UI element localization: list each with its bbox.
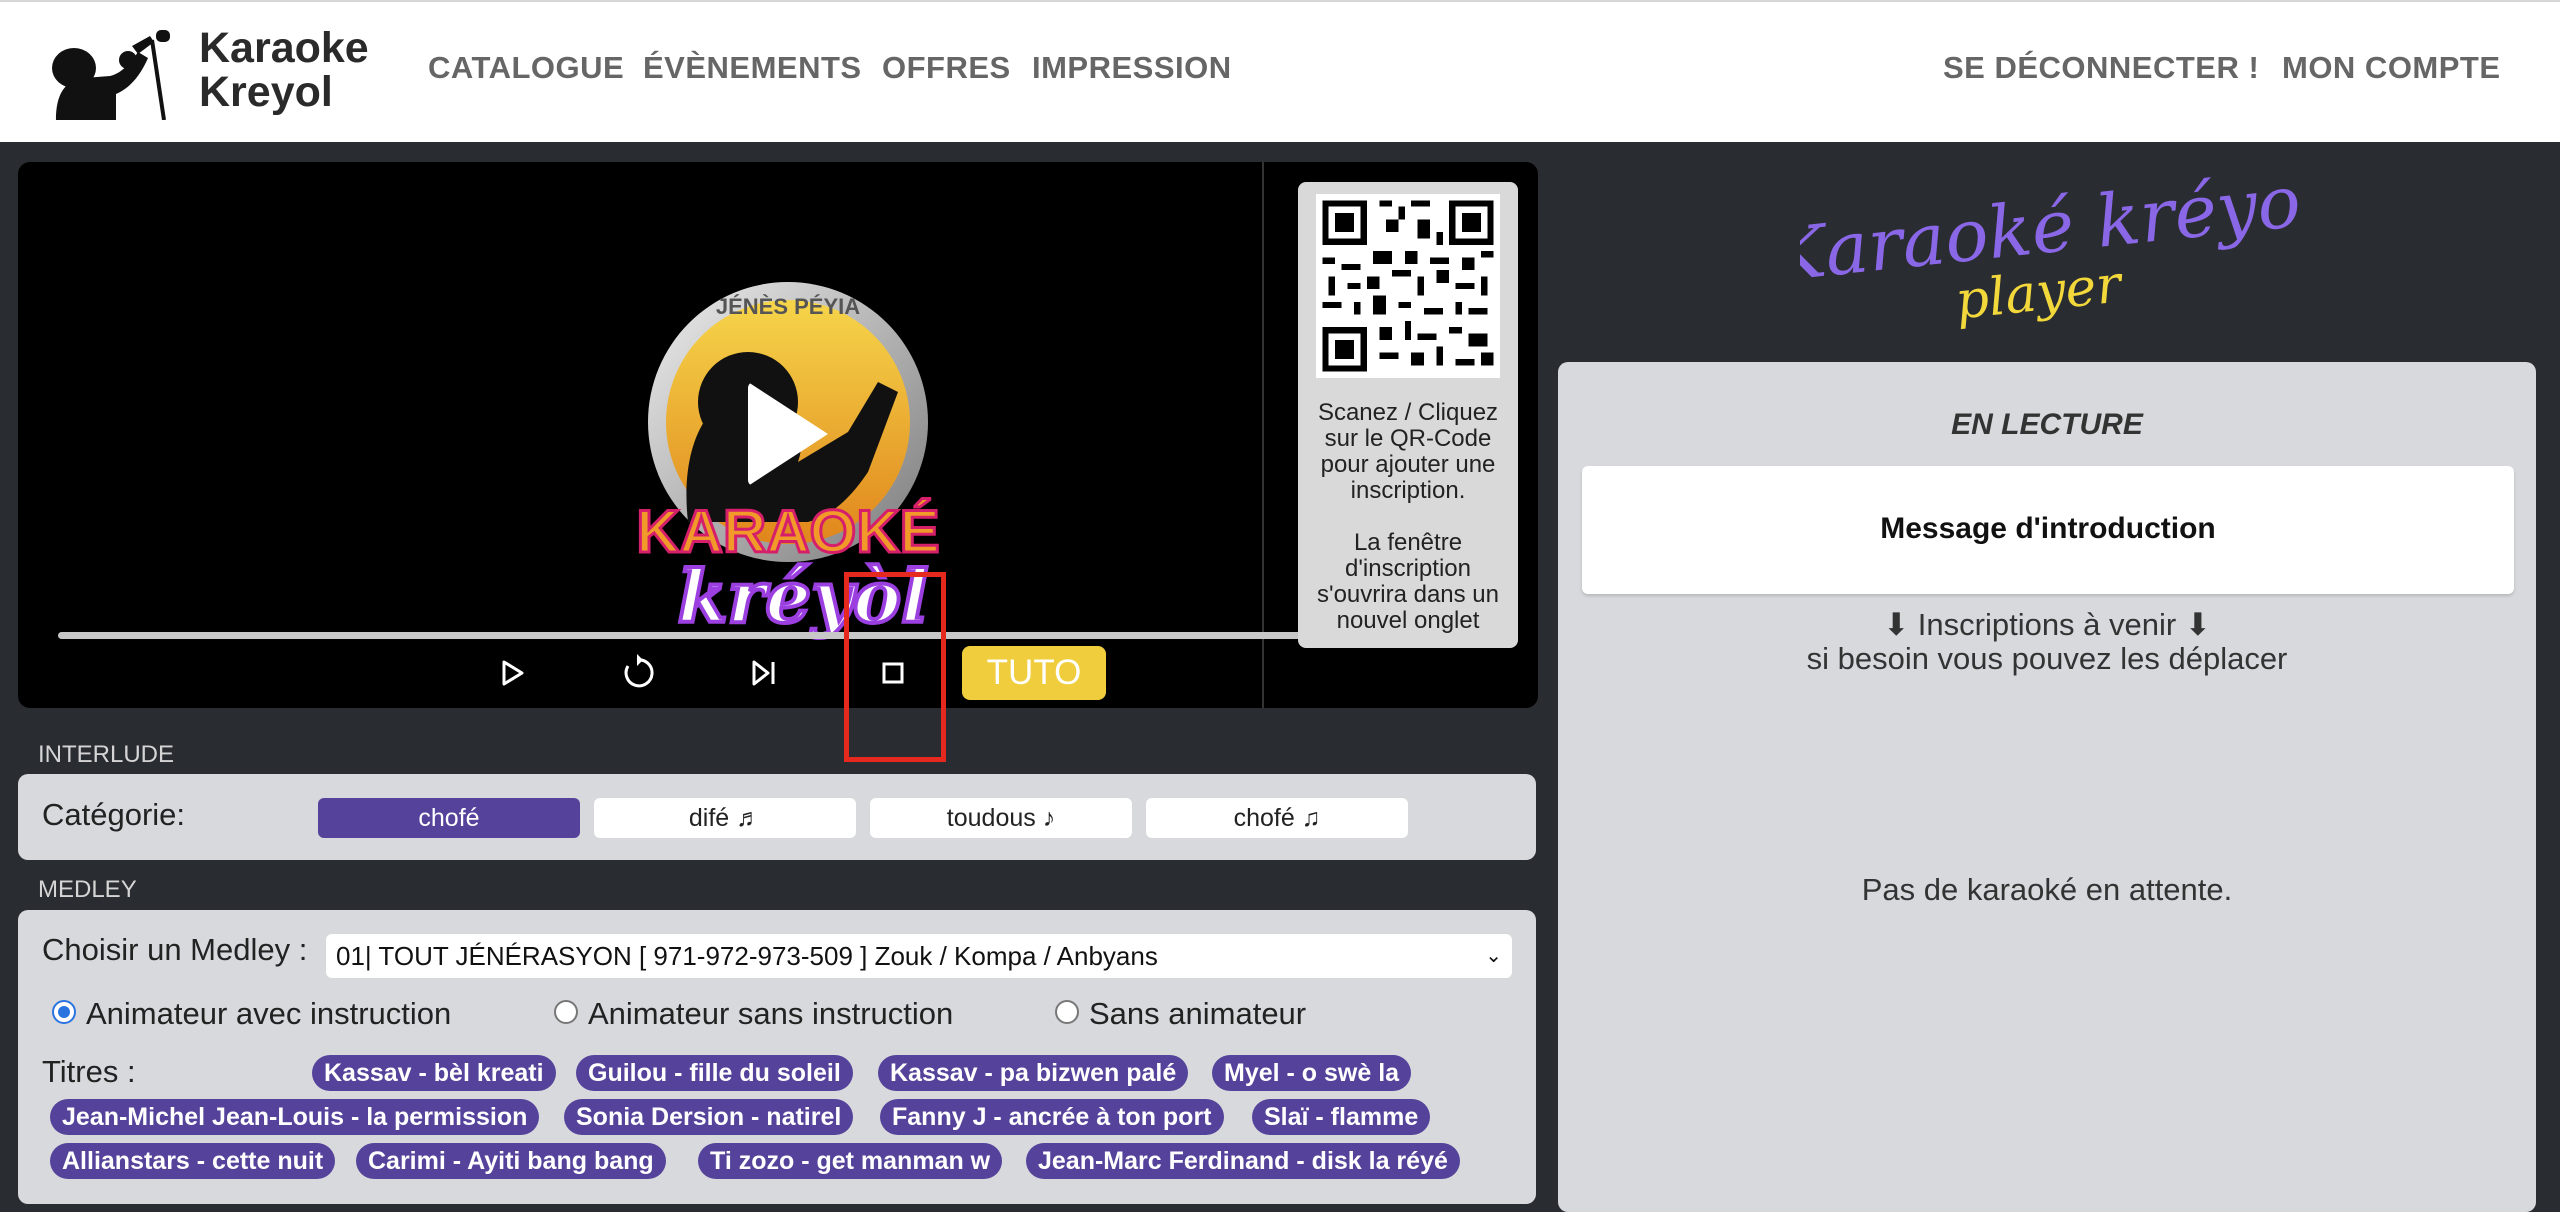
now-playing-heading: EN LECTURE [1951,408,2143,441]
category-chofe-button[interactable]: chofé [318,798,580,838]
title-pill[interactable]: Sonia Dersion - natirel [564,1099,854,1135]
medley-selected-value: 01| TOUT JÉNÉRASYON [ 971-972-973-509 ] … [336,941,1158,971]
brand-name[interactable]: Karaoke Kreyol [199,26,369,114]
category-dife-button[interactable]: difé ♬ [594,798,856,838]
radio-animateur-avec[interactable] [52,1000,76,1024]
medley-section-title: MEDLEY [38,876,137,903]
medley-select-label: Choisir un Medley : [42,932,308,967]
title-pill[interactable]: Kassav - pa bizwen palé [878,1055,1189,1091]
nav-catalogue[interactable]: CATALOGUE [428,50,624,86]
interlude-section-title: INTERLUDE [38,741,175,768]
qr-code-icon[interactable] [1316,194,1500,378]
top-navigation-bar: Karaoke Kreyol CATALOGUE ÉVÈNEMENTS OFFR… [0,0,2560,142]
upcoming-inscriptions-title: ⬇ Inscriptions à venir ⬇ [1883,607,2211,642]
category-label: Catégorie: [42,797,186,832]
category-chofe-2-button[interactable]: chofé ♫ [1146,798,1408,838]
qr-instructions-line-1: Scanez / Cliquez sur le QR-Code pour ajo… [1317,399,1499,504]
karaoke-kreyol-player-logo: Karaoké kréyol player [1800,170,2300,332]
title-pill[interactable]: Carimi - Ayiti bang bang [356,1143,666,1179]
replay-icon[interactable] [610,646,664,700]
nav-offres[interactable]: OFFRES [882,50,1011,86]
big-play-icon[interactable] [748,382,828,486]
stop-button-highlight [844,572,946,762]
title-pill[interactable]: Fanny J - ancrée à ton port [880,1099,1224,1135]
radio-sans-animateur[interactable] [1055,1000,1079,1024]
video-divider [1262,162,1264,708]
play-icon[interactable] [484,646,538,700]
qr-instructions: Scanez / Cliquez sur le QR-Code pour ajo… [1306,400,1510,634]
radio-animateur-avec-label[interactable]: Animateur avec instruction [86,996,451,1032]
category-toudous-button[interactable]: toudous ♪ [870,798,1132,838]
title-pill[interactable]: Myel - o swè la [1212,1055,1412,1091]
nav-evenements[interactable]: ÉVÈNEMENTS [643,50,862,86]
video-progress-bar[interactable] [58,632,1498,639]
upcoming-inscriptions-info: ⬇ Inscriptions à venir ⬇ si besoin vous … [1558,608,2536,676]
title-pill[interactable]: Jean-Michel Jean-Louis - la permission [50,1099,540,1135]
empty-queue-message: Pas de karaoké en attente. [1861,872,2233,907]
now-playing-title: Message d'introduction [1880,512,2216,545]
singer-logo-icon[interactable] [46,28,174,120]
title-pill[interactable]: Slaï - flamme [1252,1099,1431,1135]
brand-line-2: Kreyol [199,68,333,116]
title-pill[interactable]: Jean-Marc Ferdinand - disk la réyé [1026,1143,1460,1179]
title-pill[interactable]: Kassav - bèl kreati [312,1055,556,1091]
upcoming-inscriptions-hint: si besoin vous pouvez les déplacer [1806,641,2288,676]
logout-link[interactable]: SE DÉCONNECTER ! [1943,50,2259,86]
radio-sans-animateur-label[interactable]: Sans animateur [1089,996,1306,1032]
title-pill[interactable]: Ti zozo - get manman w [698,1143,1003,1179]
skip-next-icon[interactable] [736,646,790,700]
medley-select[interactable]: 01| TOUT JÉNÉRASYON [ 971-972-973-509 ] … [326,934,1512,978]
radio-animateur-sans-label[interactable]: Animateur sans instruction [588,996,953,1032]
qr-code-card[interactable]: Scanez / Cliquez sur le QR-Code pour ajo… [1298,182,1518,648]
tuto-button[interactable]: TUTO [962,646,1106,700]
nav-impression[interactable]: IMPRESSION [1032,50,1232,86]
qr-instructions-line-2: La fenêtre d'inscription s'ouvrira dans … [1316,529,1499,634]
titres-label: Titres : [42,1054,136,1089]
title-pill[interactable]: Allianstars - cette nuit [50,1143,336,1179]
chevron-down-icon: ⌄ [1485,945,1502,967]
title-pill[interactable]: Guilou - fille du soleil [576,1055,853,1091]
radio-animateur-sans[interactable] [554,1000,578,1024]
now-playing-card[interactable]: Message d'introduction [1582,466,2514,594]
account-link[interactable]: MON COMPTE [2282,50,2501,86]
logo-arc-text: JÉNÈS PÉYIA [716,294,860,319]
brand-line-1: Karaoke [199,24,369,72]
